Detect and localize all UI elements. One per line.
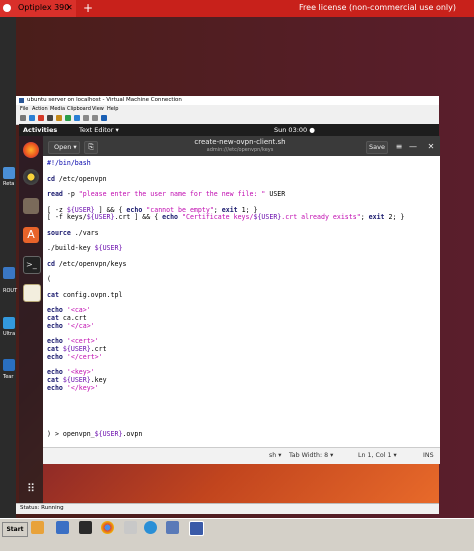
code-line[interactable]: echo '</key>' xyxy=(47,384,99,392)
close-window-icon[interactable]: ✕ xyxy=(427,141,435,152)
vm-menubar: File Action Media Clipboard View Help xyxy=(16,105,439,113)
taskbar-app-icon[interactable] xyxy=(124,521,137,534)
document-title: create-new-ovpn-client.sh xyxy=(194,138,286,146)
taskbar-app-icon[interactable] xyxy=(166,521,179,534)
menu-clipboard[interactable]: Clipboard xyxy=(67,106,91,112)
host-taskbar xyxy=(0,518,474,551)
taskbar-app-icon[interactable] xyxy=(31,521,44,534)
code-line[interactable]: echo '</cert>' xyxy=(47,353,103,361)
save-button[interactable]: Save xyxy=(366,141,388,154)
code-line[interactable]: source ./vars xyxy=(47,229,99,237)
desktop-shortcut-icon[interactable] xyxy=(3,167,15,179)
hamburger-menu-icon[interactable]: ≡ xyxy=(394,141,404,152)
text-editor-icon[interactable] xyxy=(23,284,41,302)
desktop-shortcut-icon[interactable] xyxy=(3,317,15,329)
language-selector[interactable]: sh ▾ xyxy=(269,452,281,459)
vm-connection-icon xyxy=(19,98,24,103)
files-icon[interactable] xyxy=(23,198,39,214)
vm-window-titlebar[interactable]: ubuntu server on localhost - Virtual Mac… xyxy=(16,96,439,105)
software-center-icon[interactable]: A xyxy=(23,227,39,243)
code-line[interactable]: cat config.ovpn.tpl xyxy=(47,291,122,299)
start-vm-icon[interactable] xyxy=(29,115,35,121)
app-menu[interactable]: Text Editor ▾ xyxy=(79,126,119,134)
vm-statusbar: Status: Running xyxy=(16,503,439,514)
desktop-shortcut-label: Ultra xyxy=(3,331,16,337)
rhythmbox-icon[interactable] xyxy=(23,169,39,185)
desktop-shortcut-icon[interactable] xyxy=(3,359,15,371)
menu-help[interactable]: Help xyxy=(107,106,118,112)
taskbar-app-icon[interactable] xyxy=(56,521,69,534)
editor-statusbar: sh ▾ Tab Width: 8 ▾ Ln 1, Col 1 ▾ INS xyxy=(43,447,440,464)
clock[interactable]: Sun 03:00 ● xyxy=(274,126,315,134)
code-line[interactable]: echo '</ca>' xyxy=(47,322,95,330)
ctrl-alt-del-icon[interactable] xyxy=(20,115,26,121)
desktop-shortcut-label: ROUT xyxy=(3,288,18,294)
cursor-position[interactable]: Ln 1, Col 1 ▾ xyxy=(358,452,397,459)
enhanced-session-icon[interactable] xyxy=(101,115,107,121)
turn-off-icon[interactable] xyxy=(38,115,44,121)
code-line[interactable]: cd /etc/openvpn xyxy=(47,175,107,183)
desktop-shortcut-icon[interactable] xyxy=(3,267,15,279)
menu-file[interactable]: File xyxy=(20,106,28,112)
code-editor[interactable]: #!/bin/bash cd /etc/openvpn read -p "ple… xyxy=(43,156,440,447)
firefox-icon[interactable] xyxy=(23,142,39,158)
pause-icon[interactable] xyxy=(65,115,71,121)
tab-width-selector[interactable]: Tab Width: 8 ▾ xyxy=(289,452,333,459)
taskbar-app-icon[interactable] xyxy=(79,521,92,534)
menu-action[interactable]: Action xyxy=(32,106,48,112)
code-line[interactable]: ./build-key ${USER} xyxy=(47,244,122,252)
new-document-icon[interactable]: ⎘ xyxy=(84,141,98,154)
teamviewer-icon[interactable] xyxy=(144,521,157,534)
minimize-icon[interactable]: — xyxy=(409,141,417,152)
remote-machine-icon xyxy=(3,4,11,12)
desktop-shortcut-label: Tear xyxy=(3,374,14,380)
vm-window-title: ubuntu server on localhost - Virtual Mac… xyxy=(27,97,182,103)
chrome-icon[interactable] xyxy=(101,521,114,534)
menu-view[interactable]: View xyxy=(92,106,104,112)
license-notice: Free license (non-commercial use only) xyxy=(299,3,456,12)
start-button[interactable]: Start xyxy=(2,522,28,537)
app-grid-icon[interactable]: ⠿ xyxy=(23,481,39,497)
save-state-icon[interactable] xyxy=(56,115,62,121)
open-button[interactable]: Open ▾ xyxy=(48,141,80,154)
reset-icon[interactable] xyxy=(74,115,80,121)
new-tab-button[interactable]: + xyxy=(83,1,93,15)
terminal-icon[interactable]: >_ xyxy=(23,256,41,274)
ubuntu-dock: A >_ ⠿ xyxy=(19,136,43,503)
code-line[interactable]: read -p "please enter the user name for … xyxy=(47,190,285,198)
shutdown-icon[interactable] xyxy=(47,115,53,121)
menu-media[interactable]: Media xyxy=(50,106,65,112)
remote-tab-title: Optiplex 390 xyxy=(18,3,70,12)
code-line[interactable]: ) > openvpn_${USER}.ovpn xyxy=(47,430,142,438)
vm-connection-taskbar-icon[interactable] xyxy=(189,521,204,536)
revert-icon[interactable] xyxy=(92,115,98,121)
code-line[interactable]: [ -f keys/${USER}.crt ] && { echo "Certi… xyxy=(47,213,404,221)
vm-status-text: Status: Running xyxy=(20,505,64,511)
ubuntu-topbar: Activities Text Editor ▾ Sun 03:00 ● xyxy=(19,124,439,136)
activities-button[interactable]: Activities xyxy=(23,126,57,134)
insert-mode: INS xyxy=(423,452,434,459)
close-tab-icon[interactable]: ✕ xyxy=(66,3,73,12)
code-line[interactable]: cd /etc/openvpn/keys xyxy=(47,260,126,268)
checkpoint-icon[interactable] xyxy=(83,115,89,121)
desktop-shortcut-label: Reta xyxy=(3,181,15,187)
code-line[interactable]: #!/bin/bash xyxy=(47,159,91,167)
remote-tab[interactable]: Optiplex 390 ✕ xyxy=(0,0,76,17)
document-path: admin:///etc/openvpn/keys xyxy=(206,147,274,153)
